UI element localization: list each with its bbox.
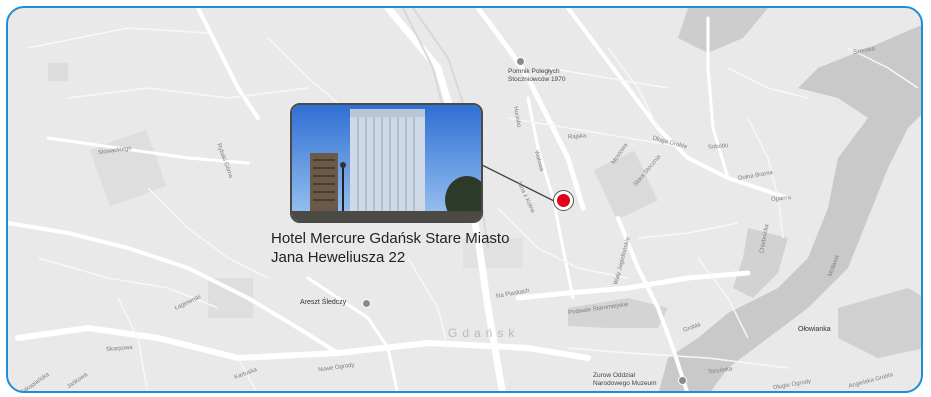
poi-label-museum: Zurow Oddział Narodowego Muzeum [593, 372, 657, 387]
road [306, 276, 399, 391]
street [547, 67, 669, 89]
road [515, 270, 751, 301]
hotel-name: Hotel Mercure Gdańsk Stare Miasto [271, 230, 510, 247]
river [838, 288, 921, 358]
hotel-photo[interactable] [290, 103, 483, 223]
map-frame[interactable]: Słowackiego Kartuska Nowe Ogrody Podwale… [6, 6, 923, 393]
river [678, 8, 768, 53]
street [637, 222, 739, 239]
island-label: Ołowianka [798, 326, 831, 333]
hotel-location-pin[interactable] [553, 190, 574, 211]
poi-label-detention: Areszt Śledczy [300, 299, 347, 306]
road [196, 8, 260, 120]
street [267, 37, 339, 104]
poi-marker[interactable] [362, 299, 371, 308]
street [27, 27, 209, 49]
park-area [48, 63, 68, 81]
park-area [593, 150, 658, 220]
street [727, 67, 809, 99]
pin-dot [557, 194, 570, 207]
street [147, 187, 269, 279]
poi-marker[interactable] [678, 376, 687, 385]
poi-label-monument: Pomnik Poległych Stoczniowców 1970 [508, 68, 566, 83]
hotel-photo-image [292, 105, 481, 221]
street [67, 87, 309, 99]
city-label: Gdańsk [448, 326, 520, 340]
poi-marker[interactable] [516, 57, 525, 66]
hotel-address: Jana Heweliusza 22 [271, 249, 406, 266]
street [407, 257, 449, 349]
